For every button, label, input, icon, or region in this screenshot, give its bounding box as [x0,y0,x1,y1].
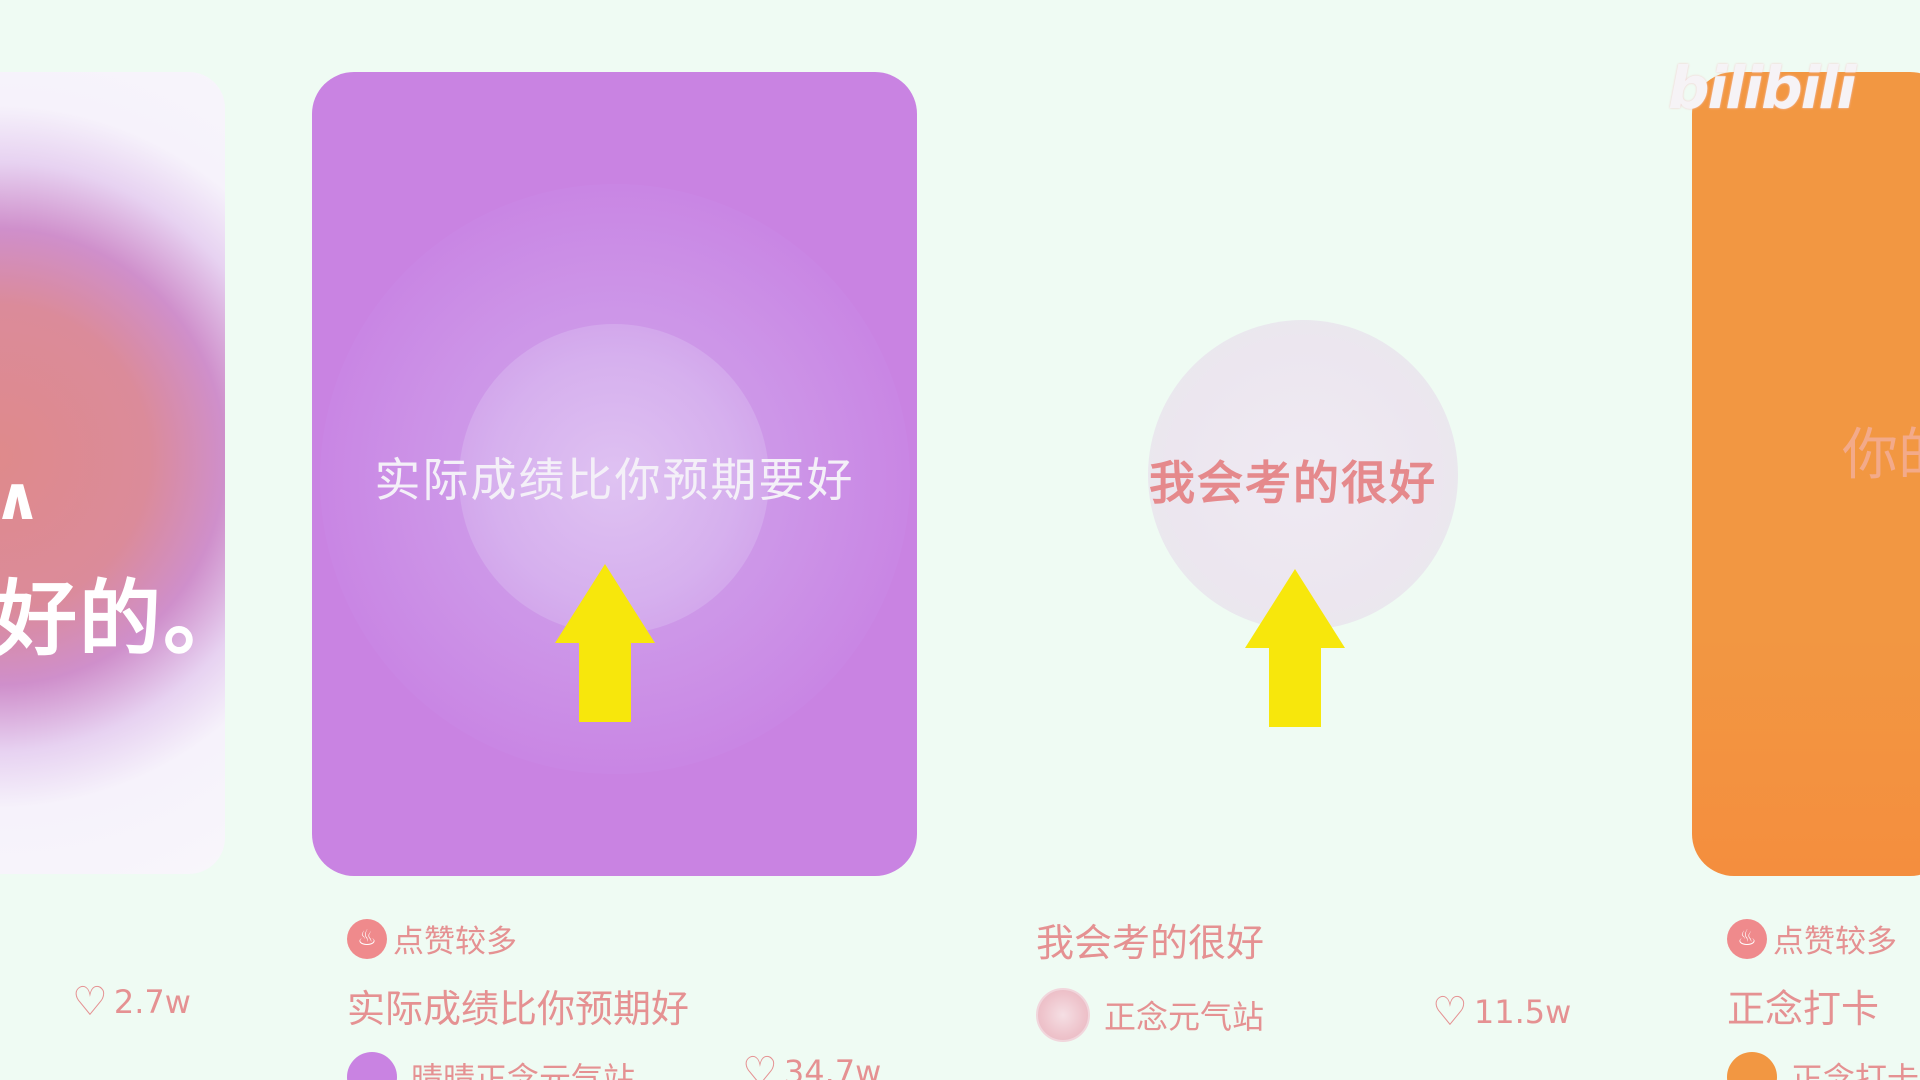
author-info[interactable]: 正念元气站 [1036,988,1264,1042]
content-feed: ∧ 好的。 实际成绩比你预期要好 我会考的很好 你的 bilibili ♡ 2.… [0,0,1920,1080]
heart-icon: ♡ [1432,989,1468,1035]
author-name: 正念打卡 [1791,1060,1920,1080]
avatar [1036,988,1090,1042]
heart-icon: ♡ [72,979,108,1025]
hot-badge: ♨ 点赞较多 [1727,916,1897,961]
author-info[interactable]: 晴晴正念元气站 [347,1052,635,1080]
like-count-value: 34.7w [783,1053,882,1080]
avatar [347,1052,397,1080]
like-count-value: 2.7w [113,983,191,1021]
heart-icon: ♡ [742,1049,778,1080]
video-card-left[interactable]: ∧ 好的。 [0,72,225,874]
hot-badge-label: 点赞较多 [1773,924,1897,960]
like-count-value: 11.5w [1473,993,1572,1031]
video-card-middle[interactable]: 我会考的很好 [993,72,1593,876]
card-cover-text: 你的 [1842,423,1920,488]
author-name: 晴晴正念元气站 [411,1060,636,1080]
author-name: 正念元气站 [1104,998,1265,1036]
video-title[interactable]: 我会考的很好 [1036,912,1264,967]
bilibili-logo: bilibili [1668,54,1856,122]
author-info[interactable]: 正念打卡 [1727,1052,1919,1080]
video-card-purple[interactable]: 实际成绩比你预期要好 [312,72,917,876]
flame-icon: ♨ [1727,918,1767,959]
video-title[interactable]: 正念打卡 [1727,978,1879,1033]
card-cover-text: 实际成绩比你预期要好 [374,453,855,507]
avatar [1727,1052,1777,1080]
video-card-orange[interactable]: 你的 [1692,72,1920,876]
like-count[interactable]: ♡ 2.7w [72,982,191,1022]
like-count[interactable]: ♡ 11.5w [1432,992,1571,1032]
flame-icon: ♨ [347,918,387,959]
video-title[interactable]: 实际成绩比你预期好 [347,978,689,1033]
card-cover-text: 好的。 [0,572,225,667]
card-caret-mark: ∧ [0,464,42,534]
like-count[interactable]: ♡ 34.7w [742,1052,881,1080]
hot-badge-label: 点赞较多 [393,924,517,960]
hot-badge: ♨ 点赞较多 [347,916,517,961]
card-cover-text: 我会考的很好 [1149,456,1437,510]
